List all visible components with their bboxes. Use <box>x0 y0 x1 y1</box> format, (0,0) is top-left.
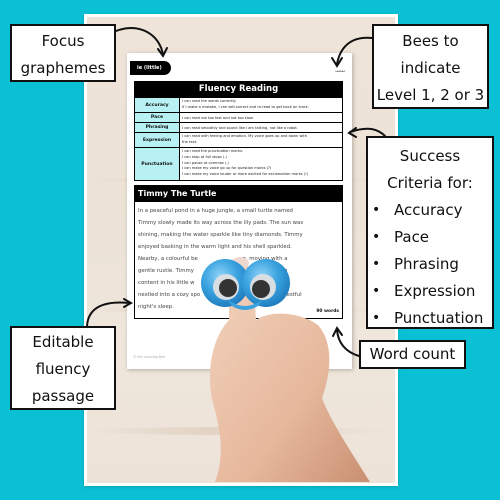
copyright-text: © Mrs Learning Bee <box>133 355 165 359</box>
criteria-label: Phrasing <box>135 123 180 132</box>
criteria-line: I can read smoothly and sound like I am … <box>182 126 298 130</box>
callout-line: Level 1, 2 or 3 <box>376 86 485 104</box>
criteria-label: Punctuation <box>135 148 180 180</box>
criteria-row-punctuation: Punctuation I can read the punctuation m… <box>135 147 342 180</box>
list-item: • Phrasing <box>372 251 492 278</box>
callout-bees-level: Bees to indicate Level 1, 2 or 3 <box>372 24 489 109</box>
passage-line: gentle rustle. Timmy xplored, feeling <box>138 268 288 274</box>
passage-line: Timmy slowly made its way across the lil… <box>138 220 304 226</box>
criteria-line: If I make a mistake, I can self-correct … <box>182 104 309 109</box>
callout-word-count: Word count <box>359 340 466 369</box>
passage-line: Nearby, a colourful be g, moving with a <box>138 256 288 262</box>
criteria-label: Accuracy <box>135 98 180 112</box>
bee-icons: ᴗᴗ ᴗᴗ <box>335 68 345 74</box>
passage-line: enjoyed basking in the warm light and hi… <box>138 244 292 250</box>
criteria-description: I can read the punctuation marks. I can … <box>180 148 342 180</box>
bullet-icon: • <box>372 256 381 272</box>
criteria-description: I can read smoothly and sound like I am … <box>180 123 342 132</box>
list-item: • Accuracy <box>372 197 492 224</box>
success-criteria-list: • Accuracy • Pace • Phrasing • Expression • P… <box>368 197 492 332</box>
callout-line: Editable <box>32 333 94 351</box>
list-item: • Punctuation <box>372 305 492 332</box>
criteria-label: Expression <box>135 133 180 147</box>
success-criteria-table: Fluency Reading Accuracy I can read the … <box>134 81 343 181</box>
list-item-label: Expression <box>394 282 476 300</box>
fluency-worksheet: ie (little) ᴗᴗ ᴗᴗ Fluency Reading Accura… <box>127 53 352 369</box>
criteria-description: I can read not too fast and not too slow… <box>180 113 342 122</box>
callout-success-criteria: Success Criteria for: • Accuracy • Pace • P… <box>366 136 494 329</box>
bullet-icon: • <box>372 229 381 245</box>
passage-line: content in his little w o dusk, Timmy <box>138 280 279 286</box>
passage-line: nestled into a cozy spo eaf, ready for a… <box>138 292 302 298</box>
criteria-row-phrasing: Phrasing I can read smoothly and sound l… <box>135 122 342 132</box>
grapheme-tag: ie (little) <box>130 61 171 75</box>
criteria-line: the text. <box>182 139 198 144</box>
fluency-passage: Timmy The Turtle In a peaceful pond in a… <box>134 185 343 319</box>
list-item-label: Accuracy <box>394 201 463 219</box>
criteria-row-accuracy: Accuracy I can read the words correctly.… <box>135 97 342 112</box>
criteria-line: I can make my voice louder or more excit… <box>182 172 309 177</box>
list-item-label: Pace <box>394 228 430 246</box>
wood-grain <box>87 427 395 435</box>
passage-line: In a peaceful pond in a huge jungle, a s… <box>138 208 293 214</box>
callout-editable-passage: Editable fluency passage <box>10 326 116 410</box>
bullet-icon: • <box>372 283 381 299</box>
list-item: • Pace <box>372 224 492 251</box>
list-item: • Expression <box>372 278 492 305</box>
passage-line: shining, making the water sparkle like t… <box>138 232 303 238</box>
passage-line: night's sleep. <box>138 304 174 310</box>
callout-line: Focus <box>41 32 85 50</box>
criteria-row-pace: Pace I can read not too fast and not too… <box>135 112 342 122</box>
criteria-description: I can read the words correctly. If I mak… <box>180 98 342 112</box>
criteria-label: Pace <box>135 113 180 122</box>
callout-focus-graphemes: Focus graphemes <box>10 24 116 82</box>
callout-line: passage <box>31 387 95 405</box>
word-count-label: 90 words <box>316 309 339 314</box>
passage-text: In a peaceful pond in a huge jungle, a s… <box>135 202 342 313</box>
criteria-description: I can read with feeling and emotion. My … <box>180 133 342 147</box>
callout-line: fluency <box>35 360 91 378</box>
callout-line: indicate <box>400 59 461 77</box>
callout-line: graphemes <box>20 59 106 77</box>
callout-line: Criteria for: <box>387 174 473 192</box>
bullet-icon: • <box>372 202 381 218</box>
bullet-icon: • <box>372 310 381 326</box>
list-item-label: Phrasing <box>394 255 459 273</box>
callout-line: Bees to <box>402 32 459 50</box>
passage-title: Timmy The Turtle <box>135 186 342 202</box>
callout-line: Success <box>399 147 461 165</box>
table-title: Fluency Reading <box>135 82 342 97</box>
criteria-row-expression: Expression I can read with feeling and e… <box>135 132 342 147</box>
list-item-label: Punctuation <box>394 309 484 327</box>
criteria-line: I can read not too fast and not too slow… <box>182 116 254 120</box>
